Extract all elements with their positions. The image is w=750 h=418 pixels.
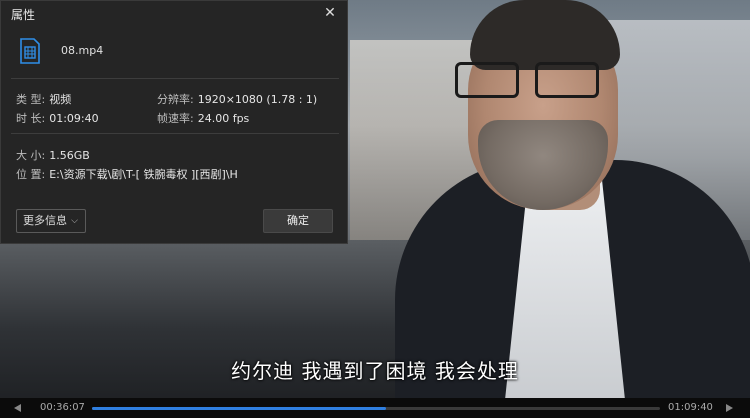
location-label: 位 置:	[16, 168, 46, 181]
framerate-label: 帧速率:	[157, 112, 194, 125]
resolution-row: 分辨率: 1920×1080 (1.78 : 1)	[157, 91, 317, 107]
location-value[interactable]: E:\资源下载\剧\T-[ 铁腕毒权 ][西剧]\H	[49, 168, 238, 181]
framerate-value: 24.00 fps	[197, 112, 250, 125]
dialog-titlebar: 属性 ✕	[1, 1, 347, 25]
more-info-label: 更多信息	[23, 214, 67, 227]
framerate-row: 帧速率: 24.00 fps	[157, 110, 249, 126]
chevron-down-icon: ⌵	[71, 216, 78, 226]
current-time: 00:36:07	[40, 402, 85, 413]
subtitle-text: 约尔迪 我遇到了困境 我会处理	[231, 359, 519, 383]
duration-label: 时 长:	[16, 112, 46, 125]
progress-track[interactable]	[92, 407, 660, 410]
size-value: 1.56GB	[49, 149, 90, 162]
type-label: 类 型:	[16, 93, 46, 106]
file-name: 08.mp4	[61, 44, 104, 57]
duration-row: 时 长: 01:09:40	[16, 110, 99, 126]
ok-button[interactable]: 确定	[263, 209, 333, 233]
size-row: 大 小: 1.56GB	[16, 147, 90, 163]
resolution-value: 1920×1080 (1.78 : 1)	[197, 93, 318, 106]
divider	[11, 78, 339, 79]
video-file-icon	[20, 38, 40, 64]
player-controls: 00:36:07 01:09:40	[0, 398, 750, 418]
next-icon[interactable]	[726, 404, 733, 412]
close-icon[interactable]: ✕	[321, 4, 339, 22]
divider	[11, 133, 339, 134]
glasses	[455, 62, 620, 102]
properties-dialog: 属性 ✕ 08.mp4 类 型: 视频 分辨率: 1920×1080 (1.78 :…	[0, 0, 348, 244]
dialog-title: 属性	[11, 8, 36, 22]
type-value: 视频	[49, 93, 72, 106]
previous-icon[interactable]	[14, 404, 21, 412]
size-label: 大 小:	[16, 149, 46, 162]
resolution-label: 分辨率:	[157, 93, 194, 106]
location-row: 位 置: E:\资源下载\剧\T-[ 铁腕毒权 ][西剧]\H	[16, 166, 238, 182]
total-time: 01:09:40	[668, 402, 713, 413]
more-info-button[interactable]: 更多信息 ⌵	[16, 209, 86, 233]
person-hair	[470, 0, 620, 70]
type-row: 类 型: 视频	[16, 91, 71, 107]
progress-fill	[92, 407, 387, 410]
duration-value: 01:09:40	[49, 112, 99, 125]
